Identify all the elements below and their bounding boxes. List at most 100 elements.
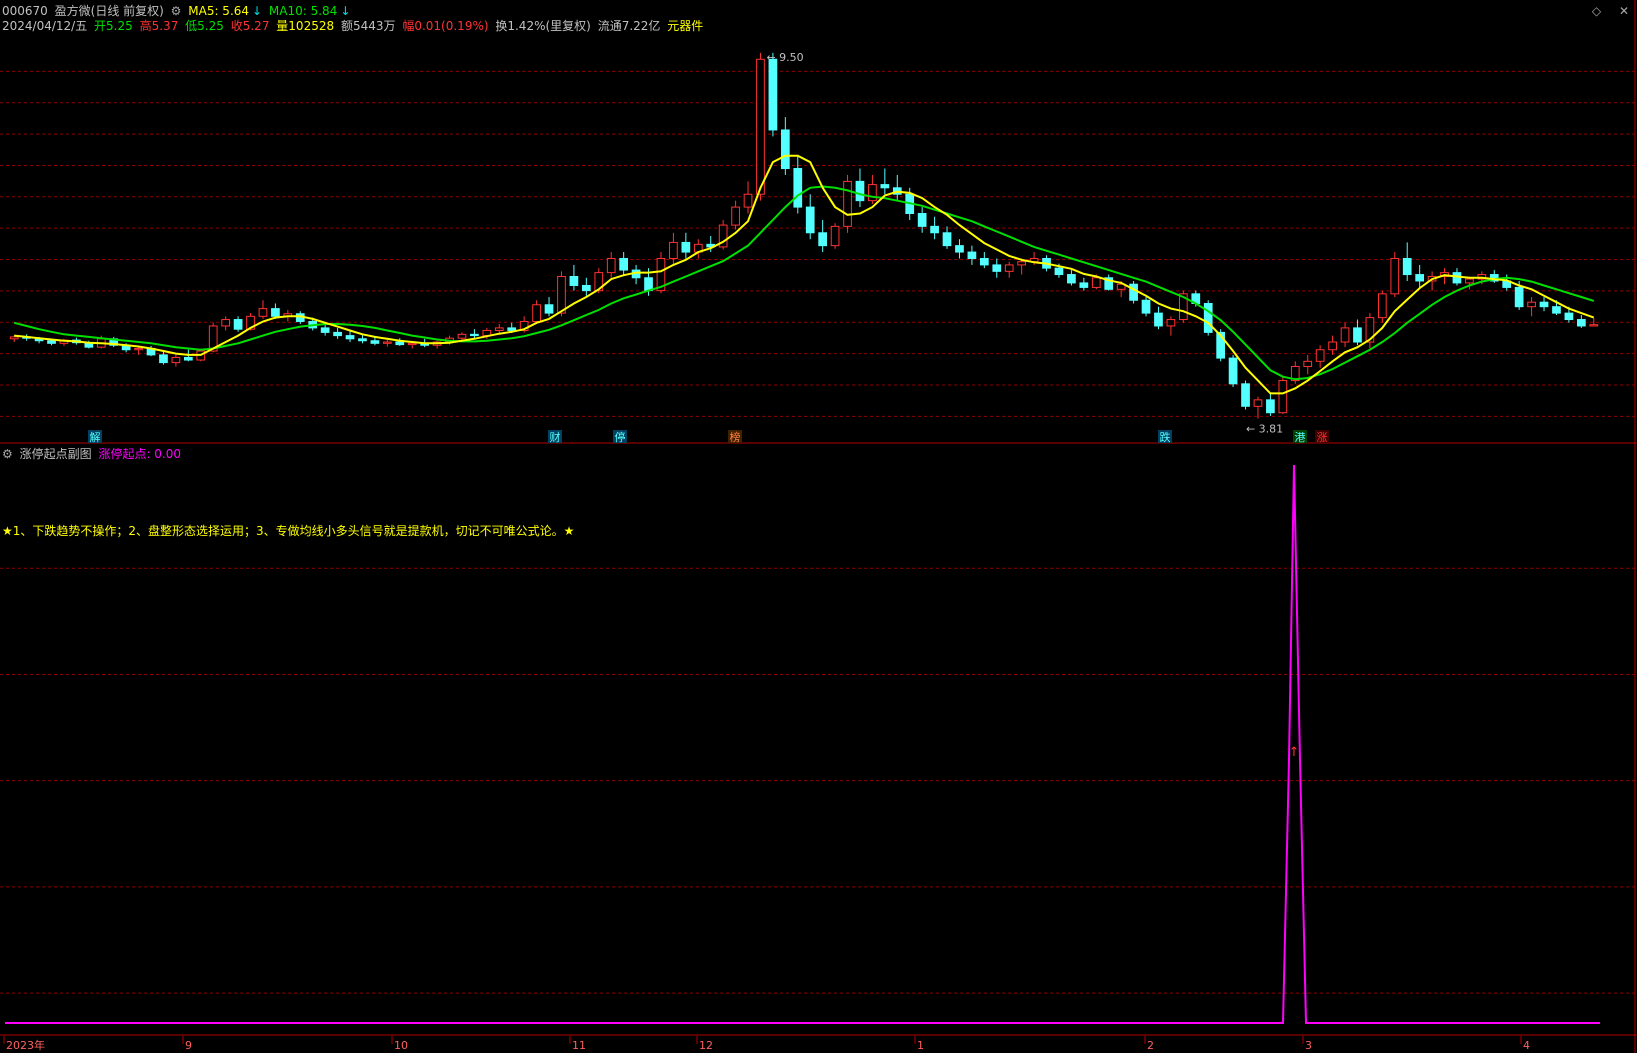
candle-body	[1340, 327, 1350, 343]
candle-body	[930, 225, 939, 234]
indicator-header: ⚙ 涨停起点副图 涨停起点: 0.00	[2, 447, 184, 461]
stock-name[interactable]: 盈方微(日线 前复权)	[55, 4, 164, 18]
high-price-label: ← 9.50	[766, 51, 803, 64]
candle-body	[880, 184, 890, 189]
event-marker-4: 跌	[1160, 430, 1171, 444]
candle-body	[1129, 283, 1138, 301]
candle-body	[1054, 267, 1064, 276]
candle-body	[370, 340, 380, 344]
candle-body	[507, 327, 517, 331]
quote-high: 高5.37	[139, 19, 179, 33]
candle-body	[1067, 274, 1076, 284]
x-axis-label: 9	[185, 1039, 192, 1052]
candle-body	[382, 341, 392, 344]
candle-body	[731, 206, 740, 226]
event-marker-1: 财	[550, 430, 561, 444]
quote-turnover: 换1.42%(里复权)	[495, 19, 591, 33]
candle-body	[1228, 357, 1238, 385]
candle-body	[171, 356, 181, 364]
arrow-down-icon: ↓	[252, 4, 263, 18]
candle-body	[818, 232, 828, 247]
candle-body	[221, 319, 231, 327]
candle-body	[1141, 299, 1151, 314]
candle-body	[917, 213, 927, 227]
candle-body	[644, 277, 653, 292]
candle-body	[333, 331, 342, 337]
stock-code: 000670	[2, 4, 48, 18]
ma5-label: MA5: 5.64	[188, 4, 250, 18]
candle-body	[1266, 399, 1275, 414]
candle-body	[1576, 319, 1586, 327]
event-marker-3: 榜	[730, 430, 741, 444]
candle-body	[855, 180, 865, 202]
x-axis-label: 3	[1305, 1039, 1312, 1052]
diamond-icon[interactable]: ◇	[1592, 4, 1601, 18]
candle-body	[258, 308, 268, 317]
candle-body	[1328, 341, 1337, 351]
candle-body	[606, 257, 616, 274]
indicator-value: 涨停起点: 0.00	[98, 447, 182, 461]
candle-body	[1514, 286, 1524, 308]
ma10-line	[13, 185, 1595, 381]
candle-body	[407, 342, 417, 346]
candle-body	[532, 304, 541, 322]
quote-close: 收5.27	[230, 19, 270, 33]
indicator-note: ★1、下跌趋势不操作；2、盘整形态选择运用；3、专做均线小多头信号就是提款机，切…	[2, 524, 575, 538]
x-axis-label: 1	[917, 1039, 924, 1052]
candle-body	[1465, 278, 1474, 284]
candle-body	[358, 338, 367, 342]
x-axis-label: 12	[699, 1039, 713, 1052]
candle-body	[1166, 319, 1176, 327]
close-icon[interactable]: ✕	[1619, 4, 1629, 18]
candle-body	[1303, 360, 1313, 367]
candle-body	[1154, 312, 1163, 327]
candle-body	[159, 354, 168, 364]
window-controls: ◇ ✕	[1578, 4, 1629, 18]
quote-low: 低5.25	[185, 19, 224, 33]
candle-body	[320, 327, 330, 333]
quote-industry[interactable]: 元器件	[667, 19, 703, 33]
candle-body	[47, 340, 56, 344]
candle-body	[743, 193, 753, 208]
candle-body	[581, 284, 591, 292]
candle-body	[1203, 302, 1213, 333]
candle-body	[1377, 293, 1387, 319]
candle-body	[619, 257, 629, 271]
candle-body	[967, 251, 977, 259]
settings-icon[interactable]: ⚙	[171, 4, 182, 18]
candle-body	[1004, 264, 1014, 272]
x-axis-label: 11	[572, 1039, 586, 1052]
quote-volume: 量102528	[276, 19, 335, 33]
quote-change-pct: (0.19%)	[441, 19, 489, 33]
x-axis-label: 2023年	[6, 1038, 45, 1052]
candle-body	[805, 206, 815, 234]
quote-open: 开5.25	[94, 19, 133, 33]
candle-body	[843, 180, 852, 227]
candle-body	[1390, 257, 1400, 295]
x-axis-label: 10	[394, 1039, 408, 1052]
candle-body	[1315, 349, 1325, 362]
indicator-title[interactable]: 涨停起点副图	[20, 447, 92, 461]
candle-body	[868, 184, 877, 202]
quote-float: 流通7.22亿	[597, 19, 661, 33]
candle-body	[134, 347, 143, 351]
candle-body	[183, 356, 193, 361]
candle-body	[669, 241, 678, 259]
signal-arrow-icon: ↑	[1289, 745, 1300, 760]
candle-body	[1527, 301, 1536, 308]
candle-body	[470, 333, 479, 337]
candle-body	[1564, 312, 1574, 321]
quote-bar: 2024/04/12/五 开5.25 高5.37 低5.25 收5.27 量10…	[2, 19, 706, 33]
candle-body	[233, 319, 243, 330]
x-axis-label: 4	[1523, 1039, 1530, 1052]
candle-body	[1278, 380, 1288, 414]
candle-body	[557, 275, 566, 314]
candle-body	[1241, 383, 1250, 407]
candle-body	[768, 58, 778, 131]
candle-body	[756, 58, 765, 195]
settings-icon[interactable]: ⚙	[2, 447, 13, 461]
candle-body	[457, 333, 467, 339]
candle-body	[1539, 301, 1549, 308]
event-marker-6: 涨	[1317, 431, 1328, 444]
candle-body	[494, 327, 504, 331]
